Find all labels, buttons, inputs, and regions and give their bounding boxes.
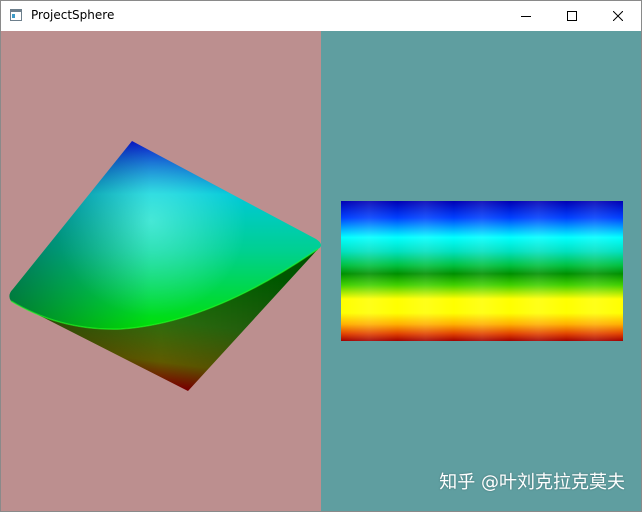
render-canvas[interactable]: 知乎 @叶刘克拉克莫夫: [1, 31, 641, 511]
viewport-left[interactable]: [1, 31, 322, 511]
minimize-button[interactable]: [503, 1, 549, 31]
viewport-right[interactable]: 知乎 @叶刘克拉克莫夫: [321, 31, 641, 511]
title-bar[interactable]: ProjectSphere: [1, 1, 641, 31]
watermark-text: 知乎 @叶刘克拉克莫夫: [439, 472, 625, 493]
maximize-button[interactable]: [549, 1, 595, 31]
color-ramp-texture: [341, 201, 623, 341]
app-window-icon[interactable]: [10, 9, 22, 21]
minimize-icon: [521, 16, 531, 17]
maximize-icon: [567, 11, 577, 21]
app-window: ProjectSphere 知乎 @叶刘克拉克莫夫: [0, 0, 642, 512]
close-icon: [613, 11, 623, 21]
window-title: ProjectSphere: [31, 8, 115, 22]
close-button[interactable]: [595, 1, 641, 31]
color-gradient-solid: [9, 141, 322, 391]
